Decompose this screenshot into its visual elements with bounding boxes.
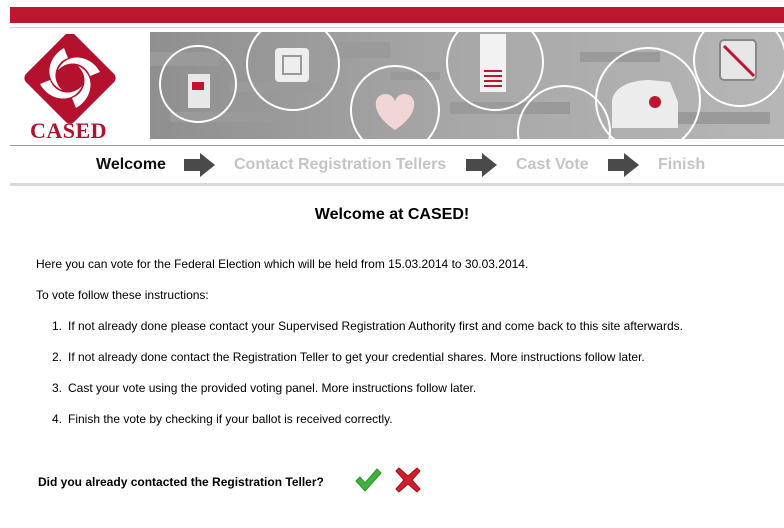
top-divider [10, 27, 784, 28]
instruction-number: 3. [52, 381, 63, 395]
instruction-item: 2. If not already done contact the Regist… [52, 350, 645, 364]
intro-text: Here you can vote for the Federal Electi… [36, 257, 529, 271]
checkmark-icon[interactable] [354, 466, 382, 494]
instruction-number: 1. [52, 319, 63, 333]
step-cast-vote: Cast Vote [516, 156, 589, 173]
instruction-number: 4. [52, 412, 63, 426]
logo-text: CASED [30, 118, 108, 143]
instruction-text: Cast your vote using the provided voting… [68, 381, 477, 395]
instruction-item: 3. Cast your vote using the provided voti… [52, 381, 476, 395]
top-brand-bar [10, 7, 784, 23]
arrow-right-icon [184, 153, 215, 177]
instruction-text: If not already done contact the Registra… [68, 350, 645, 364]
arrow-right-icon [608, 153, 639, 177]
instruction-item: 4. Finish the vote by checking if your ba… [52, 412, 393, 426]
instruction-text: Finish the vote by checking if your ball… [68, 412, 393, 426]
instruction-number: 2. [52, 350, 63, 364]
x-icon[interactable] [395, 467, 421, 493]
instruction-item: 1. If not already done please contact you… [52, 319, 683, 333]
step-bar-shadow [10, 183, 784, 186]
page-title: Welcome at CASED! [314, 206, 470, 223]
step-finish: Finish [658, 156, 706, 173]
step-contact-registration-tellers: Contact Registration Tellers [234, 156, 447, 173]
instructions-intro: To vote follow these instructions: [36, 288, 209, 302]
arrow-right-icon [466, 153, 497, 177]
instruction-text: If not already done please contact your … [68, 319, 683, 333]
header-banner-image [150, 32, 784, 139]
step-welcome: Welcome [96, 156, 166, 173]
registration-teller-question: Did you already contacted the Registrati… [38, 475, 324, 489]
